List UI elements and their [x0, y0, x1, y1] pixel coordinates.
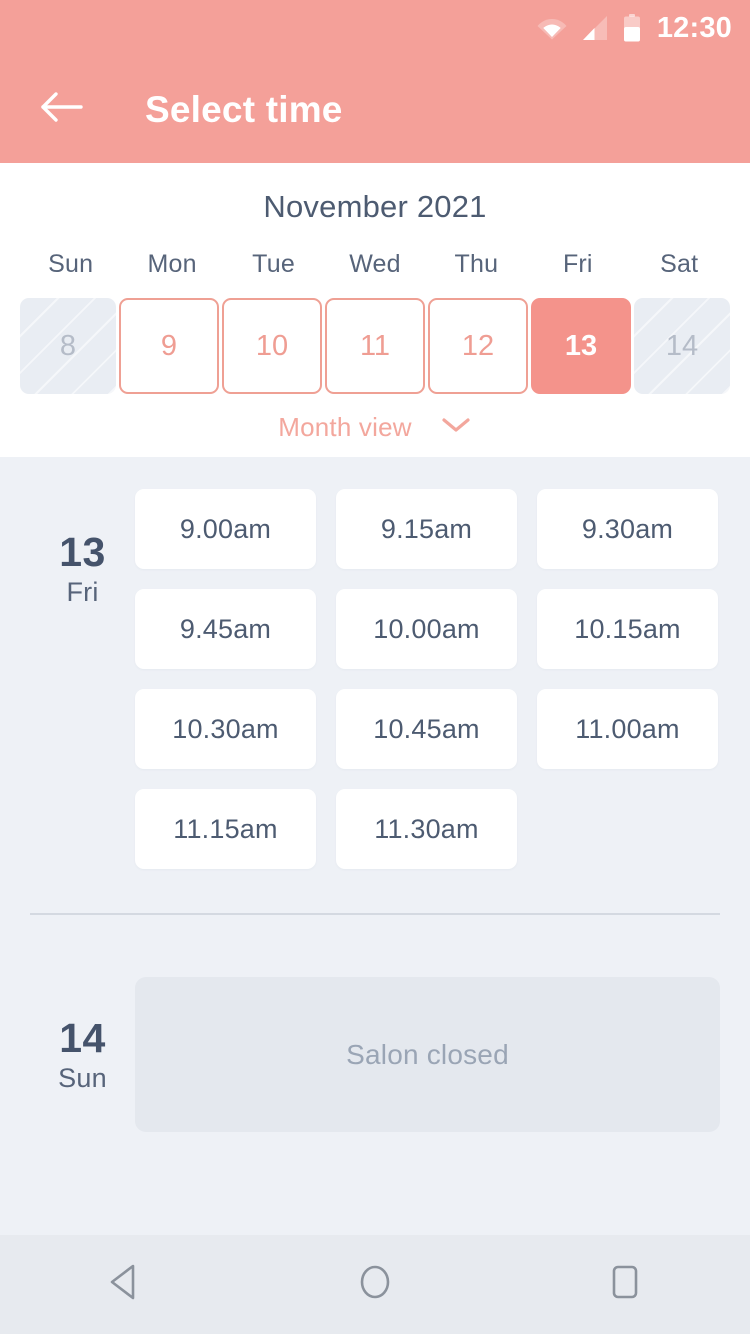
time-slot-button[interactable]: 11.30am: [336, 789, 517, 869]
nav-back-button[interactable]: [70, 1235, 180, 1334]
battery-icon: [623, 14, 641, 42]
time-slot-button[interactable]: 9.30am: [537, 489, 718, 569]
signal-icon: [581, 15, 609, 41]
schedule-day-number: 13: [59, 529, 106, 575]
month-view-label: Month view: [278, 412, 412, 442]
weekday-label: Sat: [660, 250, 699, 278]
time-slot-button[interactable]: 10.15am: [537, 589, 718, 669]
schedule-day-number: 14: [59, 1015, 106, 1061]
back-button[interactable]: [34, 82, 90, 138]
calendar-day-cell: 14: [634, 298, 730, 394]
time-slot-button[interactable]: 11.15am: [135, 789, 316, 869]
time-slot-button[interactable]: 9.00am: [135, 489, 316, 569]
salon-closed-panel: Salon closed: [135, 977, 720, 1132]
status-bar: 12:30: [0, 0, 750, 56]
nav-recents-button[interactable]: [570, 1235, 680, 1334]
home-circle-icon: [355, 1260, 395, 1309]
android-nav-bar: [0, 1235, 750, 1334]
nav-home-button[interactable]: [320, 1235, 430, 1334]
calendar-day-cell[interactable]: 9: [119, 298, 219, 394]
calendar-day-cell: 8: [20, 298, 116, 394]
back-triangle-icon: [105, 1261, 145, 1308]
time-slot-button[interactable]: 10.00am: [336, 589, 517, 669]
weekday-label: Sun: [48, 250, 94, 278]
page-title: Select time: [145, 88, 343, 130]
wifi-icon: [537, 16, 567, 40]
schedule-day-label: 13 Fri: [30, 489, 135, 869]
weekday-label: Fri: [562, 250, 593, 278]
schedule-day-weekday: Sun: [58, 1063, 107, 1094]
weekday-label: Tue: [252, 250, 295, 278]
schedule-day-label: 14 Sun: [30, 977, 135, 1132]
back-arrow-icon: [40, 90, 84, 129]
weekday-label: Thu: [454, 250, 499, 278]
schedule-day-group: 14 Sun Salon closed: [0, 915, 750, 1132]
schedule-day-weekday: Fri: [66, 577, 99, 608]
time-slot-button[interactable]: 9.45am: [135, 589, 316, 669]
calendar-day-cell[interactable]: 10: [222, 298, 322, 394]
calendar-days-row: 8 9 10 11 12 13 14: [0, 298, 750, 394]
schedule-area: 13 Fri 9.00am 9.15am 9.30am 9.45am 10.00…: [0, 457, 750, 1235]
month-view-toggle[interactable]: Month view: [0, 412, 750, 443]
calendar-day-cell[interactable]: 12: [428, 298, 528, 394]
calendar-panel: November 2021 Sun Mon Tue Wed Thu Fri Sa…: [0, 163, 750, 457]
time-slot-grid: 9.00am 9.15am 9.30am 9.45am 10.00am 10.1…: [135, 489, 720, 869]
schedule-day-group: 13 Fri 9.00am 9.15am 9.30am 9.45am 10.00…: [0, 457, 750, 869]
calendar-day-cell[interactable]: 11: [325, 298, 425, 394]
time-slot-button[interactable]: 9.15am: [336, 489, 517, 569]
time-slot-button[interactable]: 10.45am: [336, 689, 517, 769]
weekday-label: Wed: [349, 250, 401, 278]
time-slot-button[interactable]: 10.30am: [135, 689, 316, 769]
weekday-header-row: Sun Mon Tue Wed Thu Fri Sat: [0, 250, 750, 279]
chevron-down-icon: [440, 415, 472, 440]
app-bar: Select time: [0, 56, 750, 163]
recents-square-icon: [606, 1260, 644, 1309]
status-time: 12:30: [656, 11, 732, 44]
weekday-label: Mon: [147, 250, 197, 278]
calendar-day-cell-selected[interactable]: 13: [531, 298, 631, 394]
time-slot-button[interactable]: 11.00am: [537, 689, 718, 769]
app-root: 12:30 Select time November 2021 Sun Mon …: [0, 0, 750, 1334]
month-title: November 2021: [263, 189, 487, 224]
